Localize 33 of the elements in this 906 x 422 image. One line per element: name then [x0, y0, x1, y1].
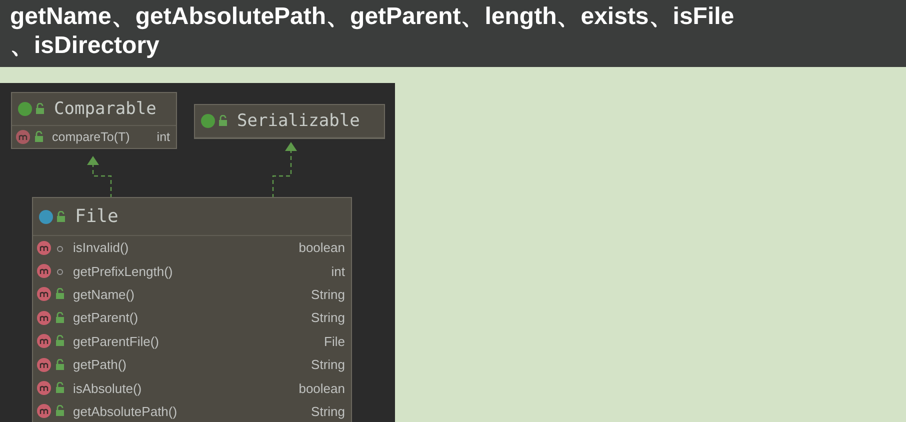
return-type: File: [324, 334, 345, 349]
interface-icon: [18, 102, 32, 116]
inheritance-arrow: [87, 156, 112, 197]
class-box[interactable]: File isInvalid() boolean getPrefixLength() int getName() String getParent() String getParentFile() File getPath() String isAbsolute() boolean getAbsolutePath() String: [32, 197, 352, 422]
method-name: getAbsolutePath(): [73, 404, 178, 419]
method-name: isInvalid(): [73, 240, 130, 256]
method-name: compareTo(T): [52, 130, 131, 144]
method-name: isAbsolute(): [73, 380, 143, 396]
inheritance-arrow: [272, 142, 297, 197]
interface-icon: [201, 114, 215, 128]
class-box[interactable]: Serializable: [194, 104, 385, 139]
class-name: Serializable: [237, 111, 360, 131]
return-type: int: [156, 130, 170, 144]
lock-icon: [218, 115, 228, 127]
return-type: String: [311, 357, 345, 372]
return-type: boolean: [298, 380, 345, 396]
class-name: File: [75, 206, 118, 227]
class-name: Comparable: [54, 99, 156, 119]
lock-icon: [35, 103, 45, 115]
method-name: getName(): [73, 286, 136, 302]
method-name: getParentFile(): [73, 334, 160, 349]
slide-title: getName、getAbsolutePath、getParent、length、exists、isFile 、isDirectory: [10, 2, 736, 60]
return-type: int: [331, 264, 345, 279]
return-type: String: [311, 286, 345, 302]
method-name: getParent(): [73, 310, 140, 326]
return-type: boolean: [298, 240, 345, 256]
class-box[interactable]: Comparable compareTo(T) int: [11, 92, 177, 149]
class-icon: [39, 210, 53, 224]
return-type: String: [311, 404, 345, 419]
method-name: getPrefixLength(): [73, 264, 174, 279]
return-type: String: [311, 310, 345, 326]
lock-icon: [56, 210, 66, 222]
method-name: getPath(): [73, 357, 128, 372]
